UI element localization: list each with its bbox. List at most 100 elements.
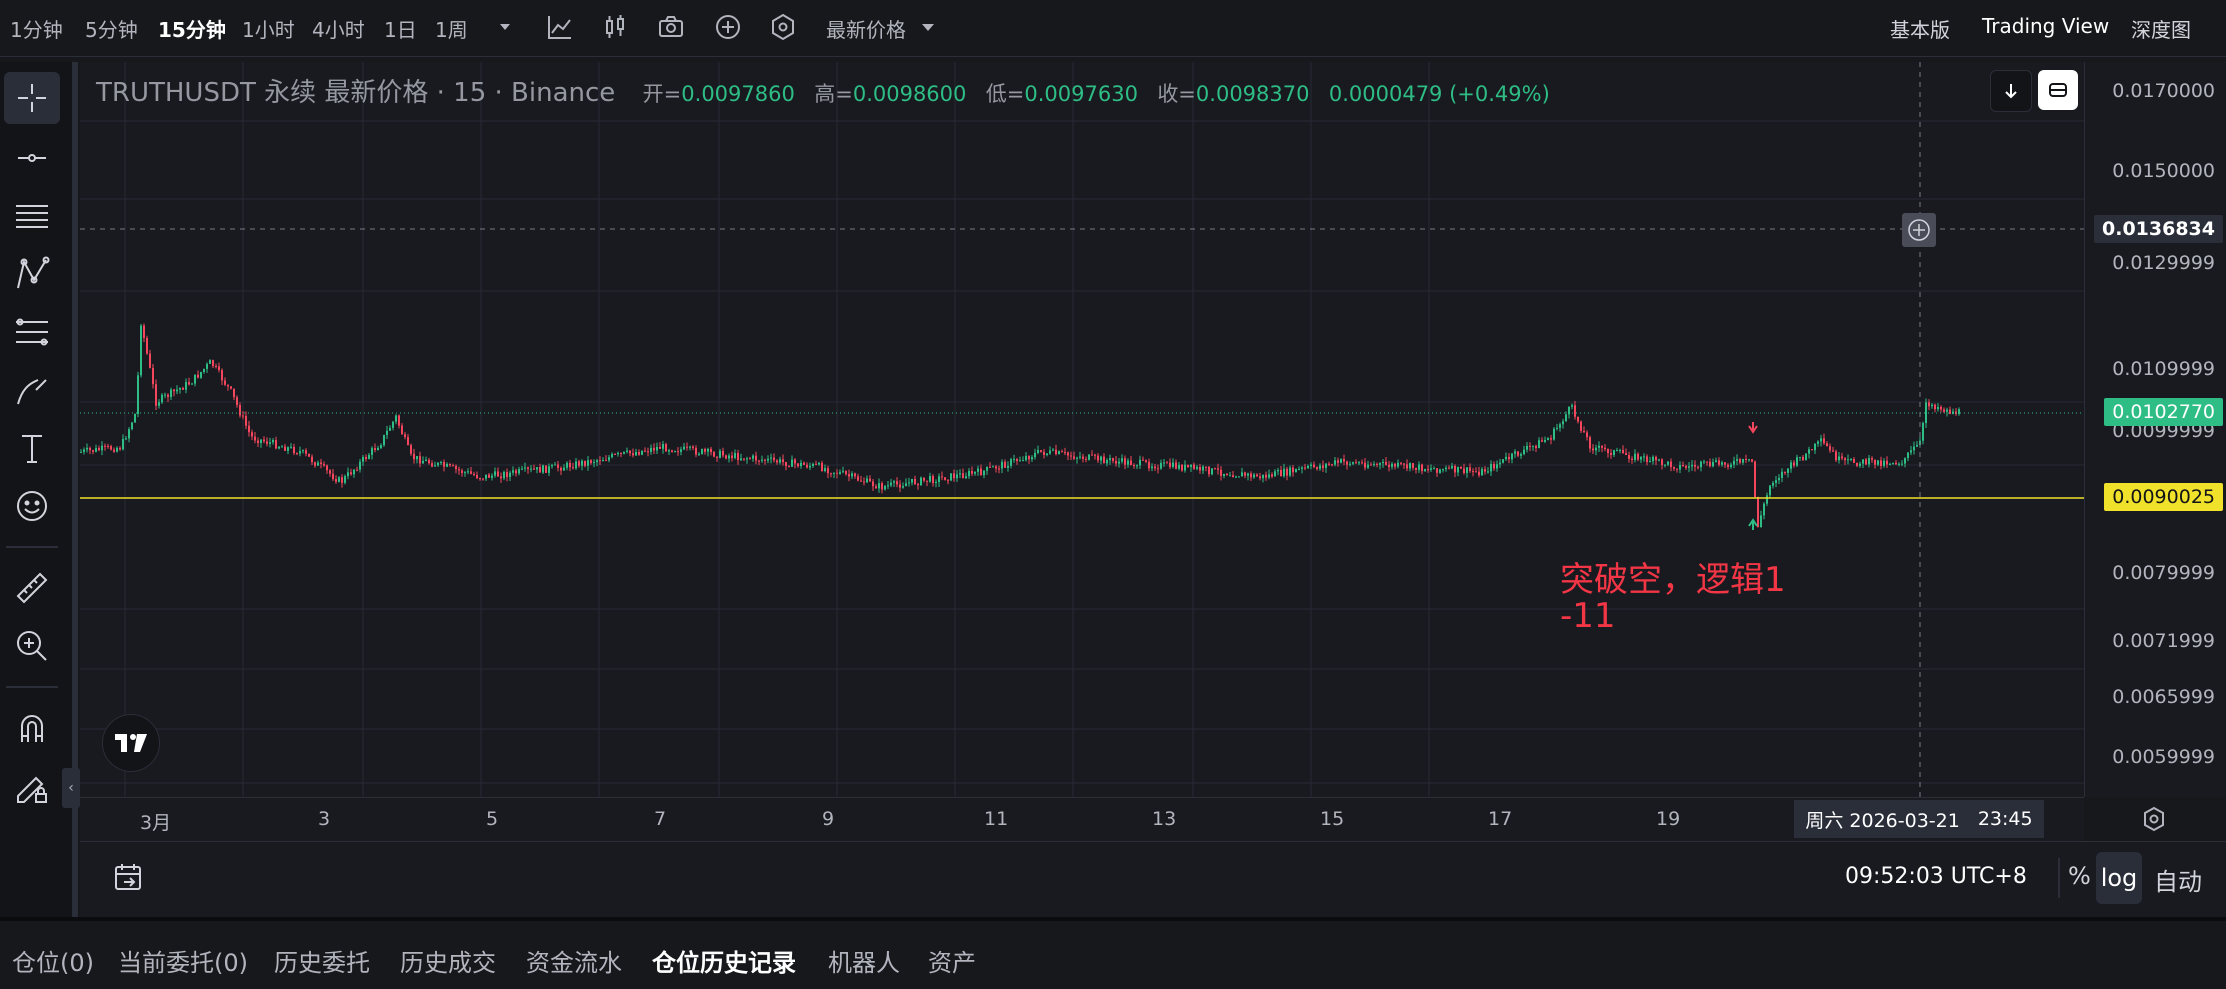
top-toolbar: 1分钟 5分钟 15分钟 1小时 4小时 1日 1周 最新价格 基本版 Trad… bbox=[0, 0, 2226, 57]
candle-body bbox=[812, 463, 814, 466]
tab-trade-history[interactable]: 历史成交 bbox=[400, 943, 496, 978]
candle-body bbox=[482, 478, 484, 480]
candle-body bbox=[1898, 463, 1900, 465]
candle-body bbox=[125, 438, 127, 440]
candle-body bbox=[1802, 456, 1804, 460]
candle-body bbox=[1622, 449, 1624, 454]
low-label: 低= bbox=[985, 82, 1025, 106]
timeframe-5m[interactable]: 5分钟 bbox=[85, 14, 138, 43]
price-type-chevron-icon[interactable] bbox=[913, 12, 943, 42]
view-tradingview[interactable]: Trading View bbox=[1982, 14, 2109, 38]
timeframe-1d[interactable]: 1日 bbox=[384, 14, 417, 43]
timeframe-dropdown-icon[interactable] bbox=[490, 12, 520, 42]
price-chart[interactable] bbox=[80, 62, 2084, 797]
candle-body bbox=[434, 465, 436, 467]
candle-style-icon[interactable] bbox=[600, 12, 630, 42]
tab-bots[interactable]: 机器人 bbox=[828, 943, 900, 978]
candle-body bbox=[794, 459, 796, 464]
candle-body bbox=[1262, 474, 1264, 479]
candle-body bbox=[968, 470, 970, 477]
candle-body bbox=[1235, 476, 1237, 478]
candle-body bbox=[713, 452, 715, 457]
tab-assets[interactable]: 资产 bbox=[928, 943, 976, 978]
candle-body bbox=[866, 478, 868, 483]
settings-hex-icon[interactable] bbox=[768, 12, 798, 42]
emoji-tool-icon[interactable] bbox=[4, 480, 60, 532]
fib-tool-icon[interactable] bbox=[4, 306, 60, 358]
candle-body bbox=[1196, 466, 1198, 469]
candle-body bbox=[677, 451, 679, 453]
timeframe-1m[interactable]: 1分钟 bbox=[10, 14, 63, 43]
tab-order-history[interactable]: 历史委托 bbox=[274, 943, 370, 978]
lock-drawings-icon[interactable] bbox=[4, 760, 60, 812]
candle-body bbox=[1784, 471, 1786, 473]
candle-body bbox=[1910, 450, 1912, 453]
log-scale-toggle[interactable]: log bbox=[2096, 852, 2142, 904]
candle-body bbox=[149, 353, 151, 368]
candle-body bbox=[1334, 460, 1336, 465]
candle-body bbox=[221, 370, 223, 381]
tab-open-orders[interactable]: 当前委托(0) bbox=[118, 943, 248, 978]
percent-scale-toggle[interactable]: % bbox=[2068, 862, 2091, 890]
chart-pane[interactable]: TRUTHUSDT 永续 最新价格 · 15 · Binance 开=0.009… bbox=[80, 62, 2084, 797]
candle-body bbox=[932, 476, 934, 484]
timeframe-1h[interactable]: 1小时 bbox=[242, 14, 295, 43]
tab-positions[interactable]: 仓位(0) bbox=[12, 943, 94, 978]
crosshair-add-button[interactable] bbox=[1902, 213, 1936, 247]
chart-annotation[interactable]: 突破空，逻辑1 -11 bbox=[1560, 562, 1786, 634]
brush-tool-icon[interactable] bbox=[4, 364, 60, 416]
fullscreen-button[interactable] bbox=[2038, 70, 2078, 110]
candle-body bbox=[1304, 467, 1306, 469]
tradingview-logo[interactable] bbox=[102, 714, 160, 772]
timeframe-1w[interactable]: 1周 bbox=[435, 14, 468, 43]
horizontal-ray-tool-icon[interactable] bbox=[4, 132, 60, 184]
candle-body bbox=[830, 473, 832, 475]
zoom-tool-icon[interactable] bbox=[4, 620, 60, 672]
low-value: 0.0097630 bbox=[1024, 82, 1138, 106]
candle-body bbox=[281, 446, 283, 448]
date-range-icon[interactable] bbox=[110, 860, 146, 896]
candle-body bbox=[1250, 473, 1252, 478]
add-icon[interactable] bbox=[713, 12, 743, 42]
price-axis[interactable]: 0.0170000 0.0150000 0.0129999 0.0109999 … bbox=[2084, 62, 2226, 797]
candle-body bbox=[1895, 462, 1897, 465]
text-tool-icon[interactable] bbox=[4, 422, 60, 474]
timeframe-15m[interactable]: 15分钟 bbox=[158, 14, 226, 43]
candle-body bbox=[515, 470, 517, 474]
candle-body bbox=[842, 471, 844, 473]
candle-body bbox=[641, 450, 643, 455]
candle-body bbox=[1598, 445, 1600, 448]
candle-body bbox=[1265, 474, 1267, 478]
view-basic[interactable]: 基本版 bbox=[1890, 14, 1950, 43]
pattern-tool-icon[interactable] bbox=[4, 248, 60, 300]
candle-body bbox=[1847, 459, 1849, 461]
auto-scale-toggle[interactable]: 自动 bbox=[2154, 862, 2202, 897]
scroll-down-button[interactable] bbox=[1990, 70, 2032, 112]
crosshair-tool-icon[interactable] bbox=[4, 72, 60, 124]
candle-body bbox=[617, 452, 619, 455]
candle-body bbox=[1184, 464, 1186, 471]
utc-clock[interactable]: 09:52:03 UTC+8 bbox=[1845, 864, 2027, 889]
price-type-select[interactable]: 最新价格 bbox=[826, 14, 906, 43]
indicator-icon[interactable] bbox=[545, 12, 575, 42]
camera-icon[interactable] bbox=[656, 12, 686, 42]
parallel-lines-tool-icon[interactable] bbox=[4, 190, 60, 242]
collapse-toolbar-button[interactable]: ‹ bbox=[62, 768, 80, 808]
candle-body bbox=[635, 452, 637, 456]
candle-body bbox=[1601, 445, 1603, 448]
candle-body bbox=[1022, 460, 1024, 462]
tab-transactions[interactable]: 资金流水 bbox=[526, 943, 622, 978]
candle-body bbox=[620, 452, 622, 454]
candle-body bbox=[851, 473, 853, 477]
candle-body bbox=[1085, 458, 1087, 460]
ruler-tool-icon[interactable] bbox=[4, 562, 60, 614]
timeframe-4h[interactable]: 4小时 bbox=[312, 14, 365, 43]
candle-body bbox=[152, 367, 154, 385]
magnet-tool-icon[interactable] bbox=[4, 702, 60, 754]
tab-position-history[interactable]: 仓位历史记录 bbox=[652, 943, 796, 978]
candle-body bbox=[1652, 456, 1654, 462]
axis-settings-icon[interactable] bbox=[2140, 805, 2168, 833]
time-axis[interactable]: 3月 3 5 7 9 11 13 15 17 19 周六 2026-03-21 … bbox=[80, 797, 2084, 842]
view-depth[interactable]: 深度图 bbox=[2131, 14, 2191, 43]
candle-body bbox=[1055, 449, 1057, 455]
